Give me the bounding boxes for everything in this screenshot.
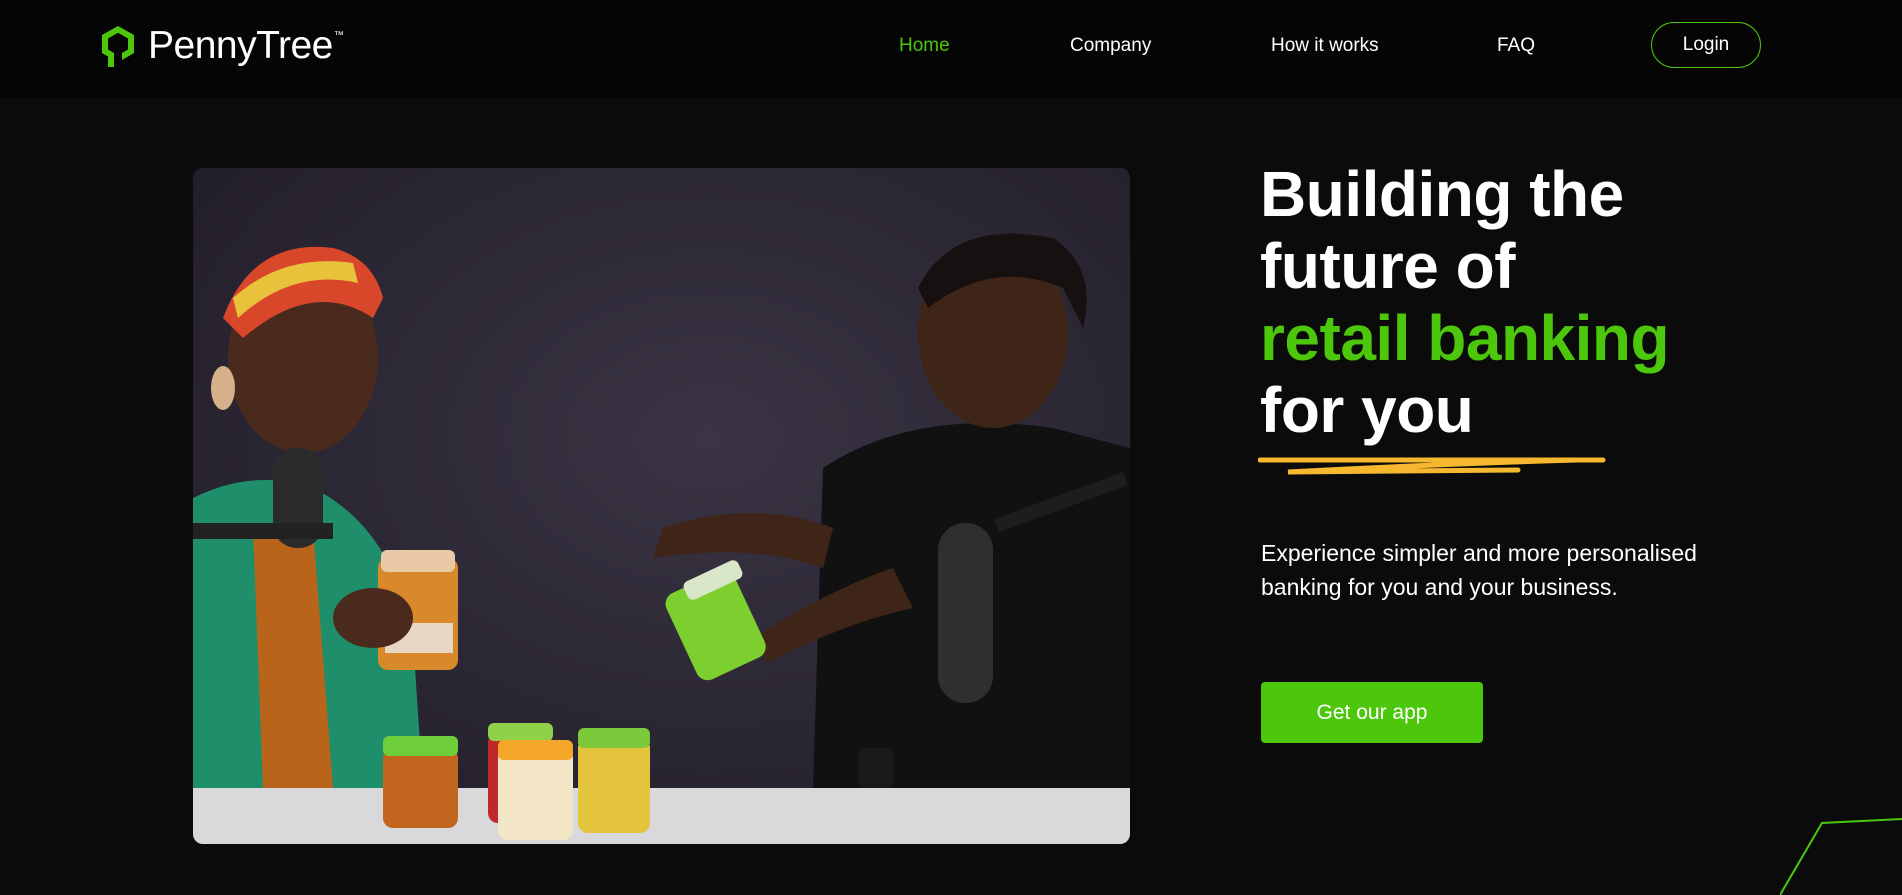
nav-faq-link[interactable]: FAQ (1497, 34, 1535, 58)
nav-company-link[interactable]: Company (1070, 34, 1151, 58)
underline-scribble (1258, 457, 1606, 475)
get-app-button[interactable]: Get our app (1261, 682, 1483, 743)
hero-heading: Building the future of retail banking fo… (1260, 158, 1670, 446)
hero-heading-line-1: Building the (1260, 158, 1624, 230)
brand-name-text: PennyTree (148, 24, 333, 67)
login-button[interactable]: Login (1651, 22, 1761, 68)
hero-heading-line-2: future of (1260, 230, 1516, 302)
top-navigation-bar: PennyTree™ Home Company How it works FAQ… (0, 0, 1902, 98)
nav-how-it-works-link[interactable]: How it works (1271, 34, 1379, 58)
brand-name: PennyTree™ (148, 22, 344, 70)
hero-photo-illustration (193, 168, 1130, 844)
decorative-corner-line (1780, 818, 1902, 895)
hero-heading-line-4: for you (1260, 374, 1474, 446)
hero-subtitle: Experience simpler and more personalised… (1261, 540, 1697, 600)
brand-logo[interactable]: PennyTree™ (98, 22, 344, 70)
trademark-symbol: ™ (333, 30, 344, 41)
hero-heading-highlight: retail banking (1260, 302, 1670, 374)
pennytree-logo-icon (102, 26, 134, 67)
hero-photo (193, 168, 1130, 844)
nav-home-link[interactable]: Home (899, 34, 950, 58)
